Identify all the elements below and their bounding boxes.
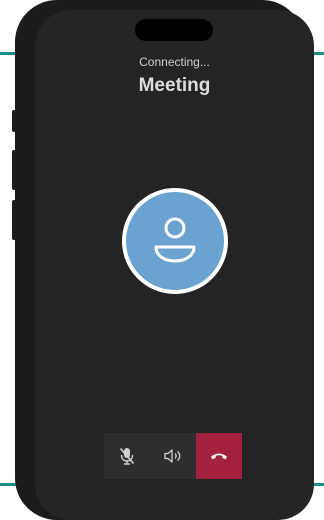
end-call-button[interactable] — [196, 433, 242, 479]
speaker-button[interactable] — [150, 433, 196, 479]
mute-button[interactable] — [104, 433, 150, 479]
call-controls — [104, 433, 242, 479]
avatar — [122, 188, 228, 294]
user-icon — [154, 217, 196, 263]
dynamic-island — [135, 19, 213, 41]
end-call-icon — [211, 453, 227, 460]
caller-name: Meeting — [138, 75, 211, 96]
phone-frame: Connecting... Meeting — [15, 0, 314, 520]
call-screen: Connecting... Meeting — [35, 10, 314, 520]
speaker-icon — [164, 449, 181, 463]
call-status: Connecting... — [139, 55, 210, 69]
mic-off-icon — [119, 447, 135, 465]
